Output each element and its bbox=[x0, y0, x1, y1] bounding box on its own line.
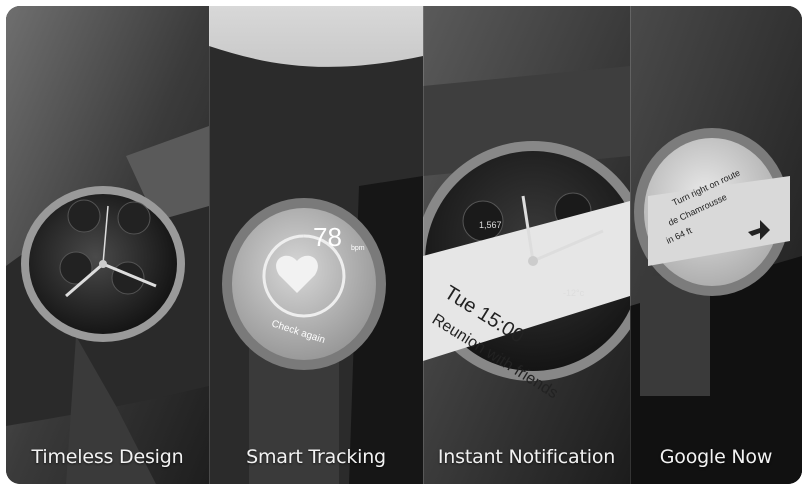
divider bbox=[209, 6, 210, 484]
product-photo-collage: Timeless Design 78 bpm Check again Smart… bbox=[6, 6, 802, 484]
panel-timeless-design: Timeless Design bbox=[6, 6, 209, 484]
steps-count: 1,567 bbox=[479, 220, 502, 230]
heart-rate-unit: bpm bbox=[351, 245, 365, 252]
temperature: -12°c bbox=[563, 288, 585, 298]
caption-timeless-design: Timeless Design bbox=[31, 446, 184, 468]
panel-google-now: Turn right on route de Chamrousse in 64 … bbox=[630, 6, 802, 484]
panel-smart-tracking: 78 bpm Check again Smart Tracking bbox=[209, 6, 423, 484]
caption-google-now: Google Now bbox=[659, 446, 773, 468]
heart-rate-value: 78 bbox=[313, 222, 342, 252]
panel-instant-notification: 1,567 -12°c Tue 15:00 Reunion with frien… bbox=[423, 6, 630, 484]
caption-instant-notification: Instant Notification bbox=[437, 446, 616, 468]
divider bbox=[630, 6, 631, 484]
watch-photo-classic bbox=[6, 6, 209, 484]
watch-photo-navigation: Turn right on route de Chamrousse in 64 … bbox=[630, 6, 802, 484]
watch-photo-notification: 1,567 -12°c Tue 15:00 Reunion with frien… bbox=[423, 6, 630, 484]
divider bbox=[423, 6, 424, 484]
watch-photo-heart-rate: 78 bpm Check again bbox=[209, 6, 423, 484]
caption-smart-tracking: Smart Tracking bbox=[246, 446, 386, 468]
